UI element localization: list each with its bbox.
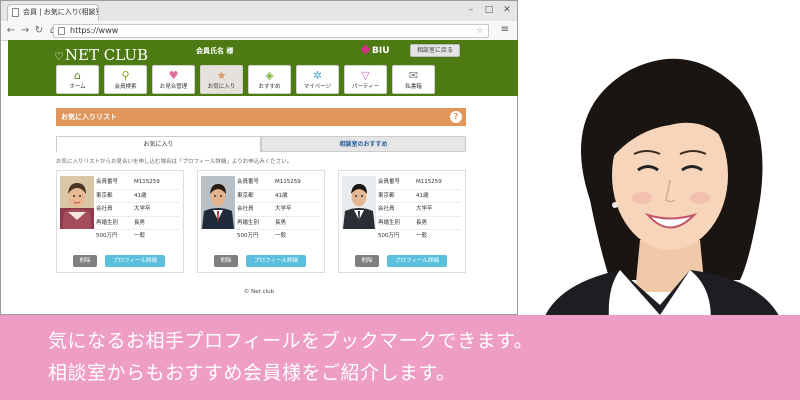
delete-button[interactable]: 削除 [73, 255, 97, 267]
maximize-button[interactable]: □ [483, 4, 495, 16]
site-logo[interactable]: ♡NET CLUB [54, 46, 148, 64]
reload-icon[interactable]: ↻ [33, 25, 45, 36]
url-text: https://www [70, 26, 119, 35]
nav-mypage[interactable]: ✲ マイページ [296, 65, 339, 94]
biu-logo: BIU [360, 44, 390, 56]
tag-icon: ◈ [265, 69, 274, 82]
minimize-button[interactable]: – [465, 4, 477, 16]
nav-mailbox[interactable]: ✉ 私書箱 [392, 65, 435, 94]
tab-recommend[interactable]: 相談室のおすすめ [261, 136, 466, 152]
tab-close-icon[interactable]: ✕ [88, 5, 95, 20]
browser-menu-icon[interactable]: ≡ [501, 24, 509, 35]
nav-recommend[interactable]: ◈ おすすめ [248, 65, 291, 94]
member-info: 会員番号 M115259 東京都 41歳 会社員 大学卒 再婚生別 長男 500万円 一般 [237, 176, 320, 244]
back-icon[interactable]: ← [5, 25, 17, 36]
member-photo[interactable] [60, 176, 94, 229]
heart-icon: ♥ [168, 69, 179, 82]
favorites-notice: お気に入りリストからお見合いを申し込む場合は「プロフィール詳細」よりお申込みくだ… [56, 159, 293, 165]
nav-party[interactable]: ▽ パーティー [344, 65, 387, 94]
member-info: 会員番号 M115259 東京都 41歳 会社員 大学卒 再婚生別 長男 500万円 一般 [96, 176, 179, 244]
favorites-title-bar: お気に入りリスト ? [56, 108, 466, 126]
star-icon: ★ [216, 69, 227, 82]
page-icon [12, 8, 19, 17]
member-card: 会員番号 M115259 東京都 41歳 会社員 大学卒 再婚生別 長男 500万円 一般… [197, 170, 325, 273]
site-footer: © Net club [243, 289, 275, 295]
home-icon: ⌂ [74, 69, 81, 82]
profile-detail-button[interactable]: プロフィール詳細 [246, 255, 306, 267]
address-bar: ← → ↻ ⌂ https://www ☆ ≡ [1, 21, 517, 41]
gear-icon: ✲ [312, 69, 323, 82]
forward-icon[interactable]: → [19, 25, 31, 36]
browser-tab[interactable]: 会員 | お気に入り(相談室の... ✕ [7, 4, 99, 21]
logo-heart-icon: ♡ [54, 50, 64, 63]
woman-photo [520, 30, 800, 330]
close-window-button[interactable]: ✕ [501, 4, 513, 16]
caption-line-2: 相談室からもおすすめ会員様をご紹介します。 [48, 362, 456, 384]
browser-tabbar: 会員 | お気に入り(相談室の... ✕ – □ ✕ [1, 1, 517, 21]
profile-detail-button[interactable]: プロフィール詳細 [387, 255, 447, 267]
envelope-icon: ✉ [408, 69, 419, 82]
bookmark-star-icon[interactable]: ☆ [476, 25, 484, 37]
url-input[interactable]: https://www ☆ [53, 24, 489, 38]
nav-home[interactable]: ⌂ ホーム [56, 65, 99, 94]
lock-icon [58, 27, 65, 35]
member-photo[interactable] [342, 176, 376, 229]
tab-favorites[interactable]: お気に入り [56, 136, 261, 152]
cocktail-icon: ▽ [361, 69, 370, 82]
nav-favorites[interactable]: ★ お気に入り [200, 65, 243, 94]
delete-button[interactable]: 削除 [214, 255, 238, 267]
member-card: 会員番号 M115259 東京都 41歳 会社員 大学卒 再婚生別 長男 500万円 一般… [338, 170, 466, 273]
favorites-title: お気に入りリスト [61, 113, 117, 121]
biu-diamond-icon [360, 44, 371, 55]
help-icon[interactable]: ? [450, 111, 462, 123]
member-name: 会員氏名 様 [196, 47, 234, 55]
profile-detail-button[interactable]: プロフィール詳細 [105, 255, 165, 267]
member-card: 会員番号 M115259 東京都 41歳 会社員 大学卒 再婚生別 長男 500万円 一般… [56, 170, 184, 273]
member-photo[interactable] [201, 176, 235, 229]
caption-line-1: 気になるお相手プロフィールをブックマークできます。 [48, 330, 534, 352]
main-nav: ⌂ ホーム ⚲ 会員検索 ♥ お見合管理 ★ お気に入り ◈ おすすめ ✲ マイ… [56, 65, 435, 94]
search-icon: ⚲ [121, 69, 130, 82]
favorites-tabs: お気に入り 相談室のおすすめ [56, 136, 466, 152]
site-header: ♡NET CLUB 会員氏名 様 BIU 相談室に戻る ⌂ ホーム ⚲ 会員検索… [8, 40, 518, 96]
nav-omiai[interactable]: ♥ お見合管理 [152, 65, 195, 94]
window-controls: – □ ✕ [465, 4, 513, 16]
delete-button[interactable]: 削除 [355, 255, 379, 267]
return-button[interactable]: 相談室に戻る [410, 44, 460, 57]
nav-search[interactable]: ⚲ 会員検索 [104, 65, 147, 94]
member-info: 会員番号 M115259 東京都 41歳 会社員 大学卒 再婚生別 長男 500万円 一般 [378, 176, 461, 244]
